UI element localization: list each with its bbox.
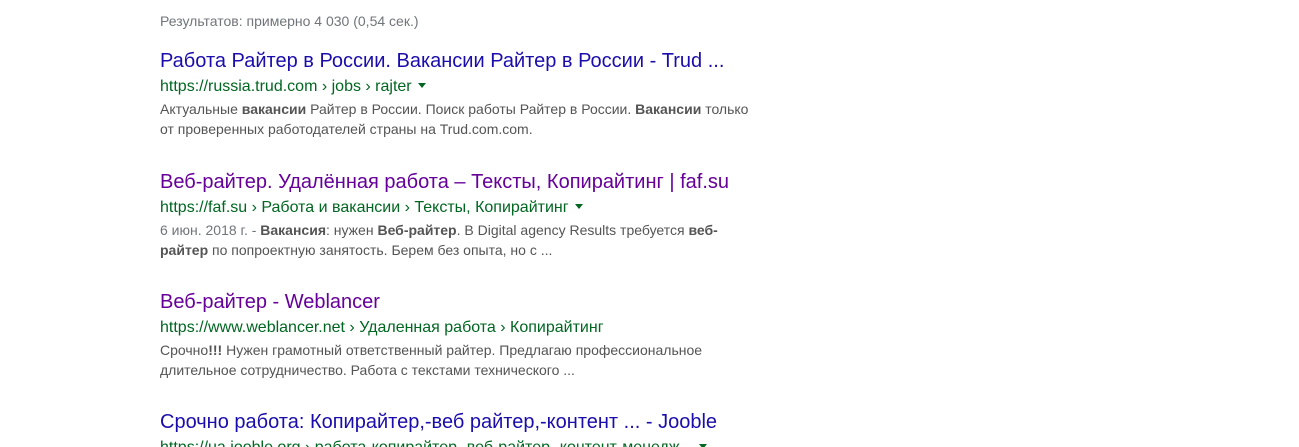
chevron-down-icon[interactable] — [574, 204, 583, 210]
snippet-text: Райтер в России. Поиск работы Райтер в Р… — [306, 101, 636, 117]
result-title-link[interactable]: Веб-райтер. Удалённая работа – Тексты, К… — [160, 169, 760, 195]
snippet-highlight: веб- — [688, 222, 718, 238]
search-results-page: Результатов: примерно 4 030 (0,54 сек.) … — [0, 0, 1299, 447]
search-result: Работа Райтер в России. Вакансии Райтер … — [160, 48, 760, 139]
snippet-highlight: Вакансии — [635, 101, 702, 117]
result-url[interactable]: https://www.weblancer.net › Удаленная ра… — [160, 319, 604, 336]
snippet-text: Актуальные — [160, 101, 242, 117]
result-snippet: 6 июн. 2018 г. - Вакансия: нужен Веб-рай… — [160, 220, 760, 260]
snippet-text: длительное сотрудничество. Работа с текс… — [160, 362, 575, 378]
result-snippet: Актуальные вакансии Райтер в России. Пои… — [160, 99, 760, 139]
snippet-highlight: Вакансия — [260, 222, 326, 238]
snippet-highlight: !!! — [208, 342, 223, 358]
result-url[interactable]: https://faf.su › Работа и вакансии › Тек… — [160, 199, 569, 216]
snippet-highlight: Веб-райтер — [377, 222, 457, 238]
snippet-text: . В Digital agency Results требуется — [456, 222, 689, 238]
result-snippet: Срочно!!! Нужен грамотный ответственный … — [160, 340, 760, 380]
result-title-link[interactable]: Срочно работа: Копирайтер,-веб райтер,-к… — [160, 409, 760, 435]
search-result: Веб-райтер - Weblancer https://www.webla… — [160, 289, 760, 380]
result-url-row: https://www.weblancer.net › Удаленная ра… — [160, 318, 760, 338]
result-url-row: https://russia.trud.com › jobs › rajter — [160, 77, 760, 97]
search-result: Срочно работа: Копирайтер,-веб райтер,-к… — [160, 409, 760, 447]
result-url[interactable]: https://russia.trud.com › jobs › rajter — [160, 78, 412, 95]
result-stats: Результатов: примерно 4 030 (0,54 сек.) — [160, 13, 419, 29]
snippet-text: по попроектную занятость. Берем без опыт… — [208, 242, 553, 258]
snippet-text: только — [701, 101, 749, 117]
result-url[interactable]: https://ua.jooble.org › работа-копирайте… — [160, 439, 693, 447]
snippet-text: : нужен — [326, 222, 378, 238]
snippet-text: от проверенных работодателей страны на T… — [160, 121, 533, 137]
result-title-link[interactable]: Веб-райтер - Weblancer — [160, 289, 760, 315]
result-url-row: https://faf.su › Работа и вакансии › Тек… — [160, 198, 760, 218]
snippet-text: Срочно — [160, 342, 209, 358]
chevron-down-icon[interactable] — [417, 83, 426, 89]
search-result: Веб-райтер. Удалённая работа – Тексты, К… — [160, 169, 760, 260]
snippet-highlight: вакансии — [241, 101, 307, 117]
result-date: 6 июн. 2018 г. - — [160, 222, 261, 238]
result-url-row: https://ua.jooble.org › работа-копирайте… — [160, 438, 760, 447]
snippet-highlight: райтер — [160, 242, 209, 258]
result-title-link[interactable]: Работа Райтер в России. Вакансии Райтер … — [160, 48, 760, 74]
snippet-text: Нужен грамотный ответственный райтер. Пр… — [222, 342, 703, 358]
